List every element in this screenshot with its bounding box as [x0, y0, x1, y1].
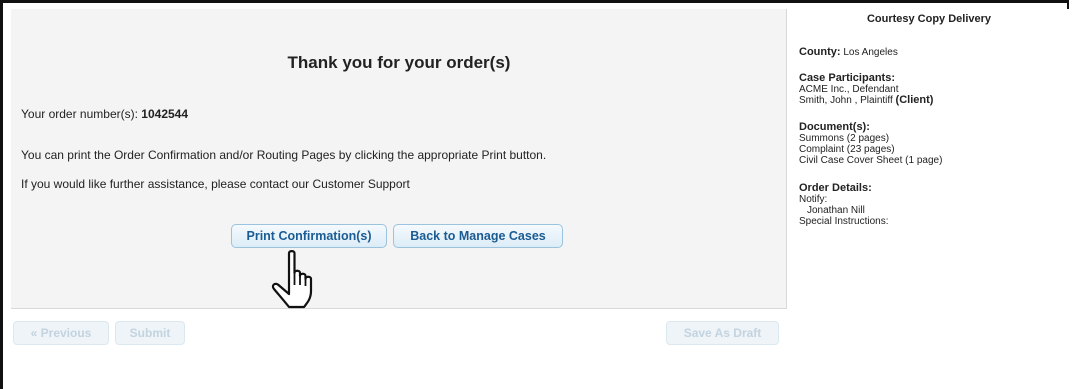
- notify-name: Jonathan Nill: [807, 205, 865, 216]
- participant-name: Smith, John , Plaintiff: [799, 95, 893, 106]
- window-frame: Thank you for your order(s) Your order n…: [0, 0, 1069, 389]
- back-to-manage-cases-button[interactable]: Back to Manage Cases: [393, 224, 563, 248]
- client-tag: (Client): [895, 94, 934, 106]
- sidebar-title: Courtesy Copy Delivery: [866, 13, 992, 25]
- documents-label: Document(s):: [799, 121, 870, 133]
- participants-label: Case Participants:: [799, 72, 895, 84]
- pointer-hand-icon: [271, 250, 313, 309]
- submit-button[interactable]: Submit: [115, 321, 185, 345]
- assistance-text: If you would like further assistance, pl…: [21, 177, 410, 191]
- print-instructions-text: You can print the Order Confirmation and…: [21, 148, 547, 162]
- print-confirmation-button[interactable]: Print Confirmation(s): [231, 224, 387, 248]
- participant-item: ACME Inc., Defendant: [799, 84, 899, 95]
- document-item: Complaint (23 pages): [799, 144, 895, 155]
- courtesy-copy-sidebar: Courtesy Copy Delivery County: Los Angel…: [789, 9, 1069, 389]
- document-item: Civil Case Cover Sheet (1 page): [799, 155, 943, 166]
- notify-label: Notify:: [799, 194, 828, 205]
- special-instructions-label: Special Instructions:: [799, 216, 889, 227]
- county-line: County: Los Angeles: [799, 46, 898, 59]
- save-as-draft-button[interactable]: Save As Draft: [666, 321, 779, 345]
- participant-item: Smith, John , Plaintiff (Client): [799, 94, 934, 107]
- order-number-line: Your order number(s): 1042544: [21, 107, 188, 121]
- document-item: Summons (2 pages): [799, 133, 890, 144]
- county-label: County:: [799, 46, 841, 58]
- order-details-label: Order Details:: [799, 182, 872, 194]
- page-title: Thank you for your order(s): [287, 53, 511, 72]
- order-number-value: 1042544: [141, 107, 189, 121]
- order-confirmation-panel: Thank you for your order(s) Your order n…: [11, 9, 787, 309]
- county-value: Los Angeles: [843, 47, 898, 58]
- previous-button[interactable]: « Previous: [13, 321, 109, 345]
- order-number-label: Your order number(s):: [21, 107, 138, 121]
